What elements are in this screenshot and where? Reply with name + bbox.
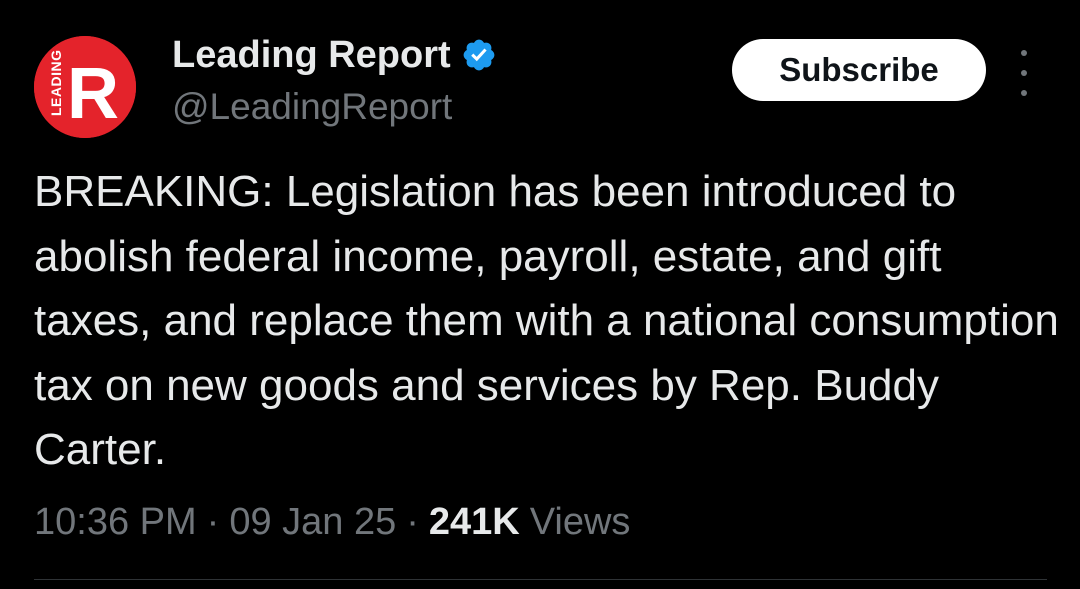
svg-text:R: R: [67, 54, 119, 134]
tweet-card: LEADING R Leading Report @LeadingReport …: [0, 0, 1080, 589]
svg-text:LEADING: LEADING: [48, 50, 64, 117]
views-label: Views: [529, 500, 631, 543]
leading-report-logo-icon: LEADING R: [34, 36, 136, 138]
display-name-row: Leading Report: [172, 30, 497, 80]
meta-separator: ·: [206, 500, 220, 543]
tweet-date[interactable]: 09 Jan 25: [229, 501, 396, 544]
divider: [34, 579, 1047, 580]
tweet-header: LEADING R Leading Report @LeadingReport …: [34, 30, 1054, 138]
avatar[interactable]: LEADING R: [34, 36, 136, 138]
tweet-text: BREAKING: Legislation has been introduce…: [34, 167, 1059, 474]
subscribe-button[interactable]: Subscribe: [732, 39, 986, 101]
verified-badge-icon: [461, 37, 497, 73]
more-vertical-icon[interactable]: [1014, 50, 1034, 96]
account-names: Leading Report @LeadingReport: [172, 30, 497, 128]
views-count[interactable]: 241K: [429, 501, 520, 544]
tweet-time[interactable]: 10:36 PM: [34, 501, 197, 544]
account-handle[interactable]: @LeadingReport: [172, 86, 497, 128]
meta-separator: ·: [406, 500, 419, 543]
display-name[interactable]: Leading Report: [172, 34, 451, 77]
tweet-meta: 10:36 PM · 09 Jan 25 · 241K Views: [34, 497, 630, 547]
